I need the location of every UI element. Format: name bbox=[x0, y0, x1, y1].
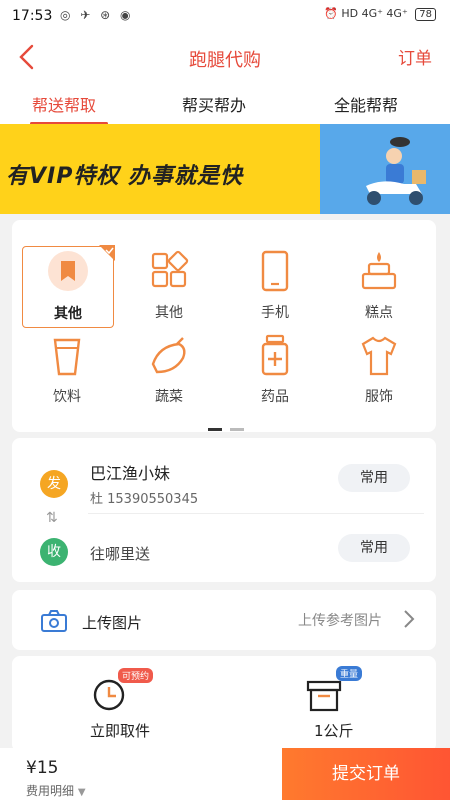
tab-all-purpose[interactable]: 全能帮帮 bbox=[334, 92, 398, 116]
page-dot bbox=[230, 428, 245, 431]
category-other[interactable]: 其他 bbox=[124, 246, 214, 326]
category-label: 服饰 bbox=[365, 389, 393, 405]
fee-detail-label: 费用明细 bbox=[26, 784, 75, 798]
shirt-icon bbox=[361, 336, 397, 376]
camera-icon bbox=[41, 610, 67, 632]
box-icon bbox=[306, 680, 342, 712]
category-phone[interactable]: 手机 bbox=[230, 246, 320, 326]
price-total: ¥15 bbox=[26, 758, 59, 778]
swap-icon[interactable]: ⇅ bbox=[46, 510, 58, 526]
category-grid: 其他 其他 手机 糕点 饮料 蔬菜 药品 服饰 bbox=[12, 220, 436, 432]
pickup-name[interactable]: 巴江渔小妹 bbox=[90, 460, 170, 484]
address-card: 发 巴江渔小妹 杜 15390550345 常用 ⇅ 收 往哪里送 常用 bbox=[12, 438, 436, 582]
grid-icon bbox=[151, 250, 189, 288]
category-label: 其他 bbox=[155, 305, 183, 321]
pickup-badge: 发 bbox=[40, 470, 68, 498]
page-dot-active bbox=[208, 428, 222, 431]
category-vegetables[interactable]: 蔬菜 bbox=[124, 330, 214, 410]
chevron-down-icon: ▼ bbox=[77, 787, 86, 798]
battery-icon: 78 bbox=[415, 8, 436, 21]
submit-order-button[interactable]: 提交订单 bbox=[282, 748, 450, 800]
category-other-selected[interactable]: 其他 bbox=[22, 245, 115, 328]
status-bar: 17:53 ◎ ✈ ⊛ ◉ ⏰ HD 4G⁺ 4G⁺ 78 bbox=[0, 0, 450, 34]
category-cake[interactable]: 糕点 bbox=[334, 246, 424, 326]
tab-buy-handle[interactable]: 帮买帮办 bbox=[182, 92, 246, 116]
options-card: 可预约 立即取件 重量 1公斤 bbox=[12, 656, 436, 752]
dropoff-badge: 收 bbox=[40, 538, 68, 566]
schedule-tag: 可预约 bbox=[118, 668, 154, 683]
category-label: 药品 bbox=[261, 389, 289, 405]
tab-deliver-fetch[interactable]: 帮送帮取 bbox=[32, 92, 96, 116]
weight-tag: 重量 bbox=[336, 666, 363, 681]
network-icons: ⏰ HD 4G⁺ 4G⁺ bbox=[324, 7, 408, 20]
eggplant-icon bbox=[151, 337, 186, 374]
footer-bar: ¥15 费用明细 ▼ 提交订单 bbox=[0, 748, 450, 800]
pickup-time-option[interactable]: 可预约 立即取件 bbox=[72, 664, 192, 744]
orders-link[interactable]: 订单 bbox=[398, 44, 432, 69]
medicine-icon bbox=[261, 334, 289, 376]
weight-label: 1公斤 bbox=[314, 722, 354, 740]
phone-icon bbox=[261, 250, 289, 292]
category-medicine[interactable]: 药品 bbox=[230, 330, 320, 410]
banner-text: 有VIP特权 办事就是快 bbox=[6, 164, 243, 189]
upload-row[interactable]: 上传图片 上传参考图片 bbox=[12, 590, 436, 650]
upload-label: 上传图片 bbox=[82, 614, 143, 632]
flag-icon bbox=[48, 251, 88, 291]
fee-detail-link[interactable]: 费用明细 ▼ bbox=[26, 782, 86, 799]
chevron-right-icon bbox=[404, 610, 415, 628]
notification-icons: ◎ ✈ ⊛ ◉ bbox=[60, 8, 134, 22]
header: 跑腿代购 订单 bbox=[0, 34, 450, 82]
category-label: 糕点 bbox=[365, 305, 393, 321]
tab-bar: 帮送帮取 帮买帮办 全能帮帮 bbox=[0, 82, 450, 126]
dropoff-address-input[interactable]: 往哪里送 bbox=[90, 543, 150, 564]
category-drinks[interactable]: 饮料 bbox=[22, 330, 112, 410]
promo-banner[interactable]: 有VIP特权 办事就是快 bbox=[0, 124, 450, 214]
divider bbox=[88, 513, 424, 514]
scooter-rider-icon bbox=[366, 137, 426, 205]
selected-check-icon bbox=[99, 245, 115, 261]
drink-icon bbox=[53, 338, 81, 376]
category-label: 饮料 bbox=[53, 389, 81, 405]
upload-hint: 上传参考图片 bbox=[298, 613, 382, 629]
status-time: 17:53 bbox=[12, 8, 53, 24]
signal-icons: ⏰ HD 4G⁺ 4G⁺ 78 bbox=[324, 7, 436, 21]
page-indicator bbox=[208, 416, 247, 435]
pickup-frequent-button[interactable]: 常用 bbox=[338, 464, 410, 492]
dropoff-frequent-button[interactable]: 常用 bbox=[338, 534, 410, 562]
cake-icon bbox=[361, 252, 397, 290]
category-clothing[interactable]: 服饰 bbox=[334, 330, 424, 410]
category-label: 其他 bbox=[54, 306, 82, 322]
pickup-phone[interactable]: 杜 15390550345 bbox=[90, 488, 198, 507]
category-label: 手机 bbox=[261, 305, 289, 321]
clock-icon bbox=[93, 679, 125, 711]
weight-option[interactable]: 重量 1公斤 bbox=[288, 664, 408, 744]
pickup-time-label: 立即取件 bbox=[90, 722, 151, 740]
page-title: 跑腿代购 bbox=[189, 50, 261, 71]
category-label: 蔬菜 bbox=[155, 389, 183, 405]
